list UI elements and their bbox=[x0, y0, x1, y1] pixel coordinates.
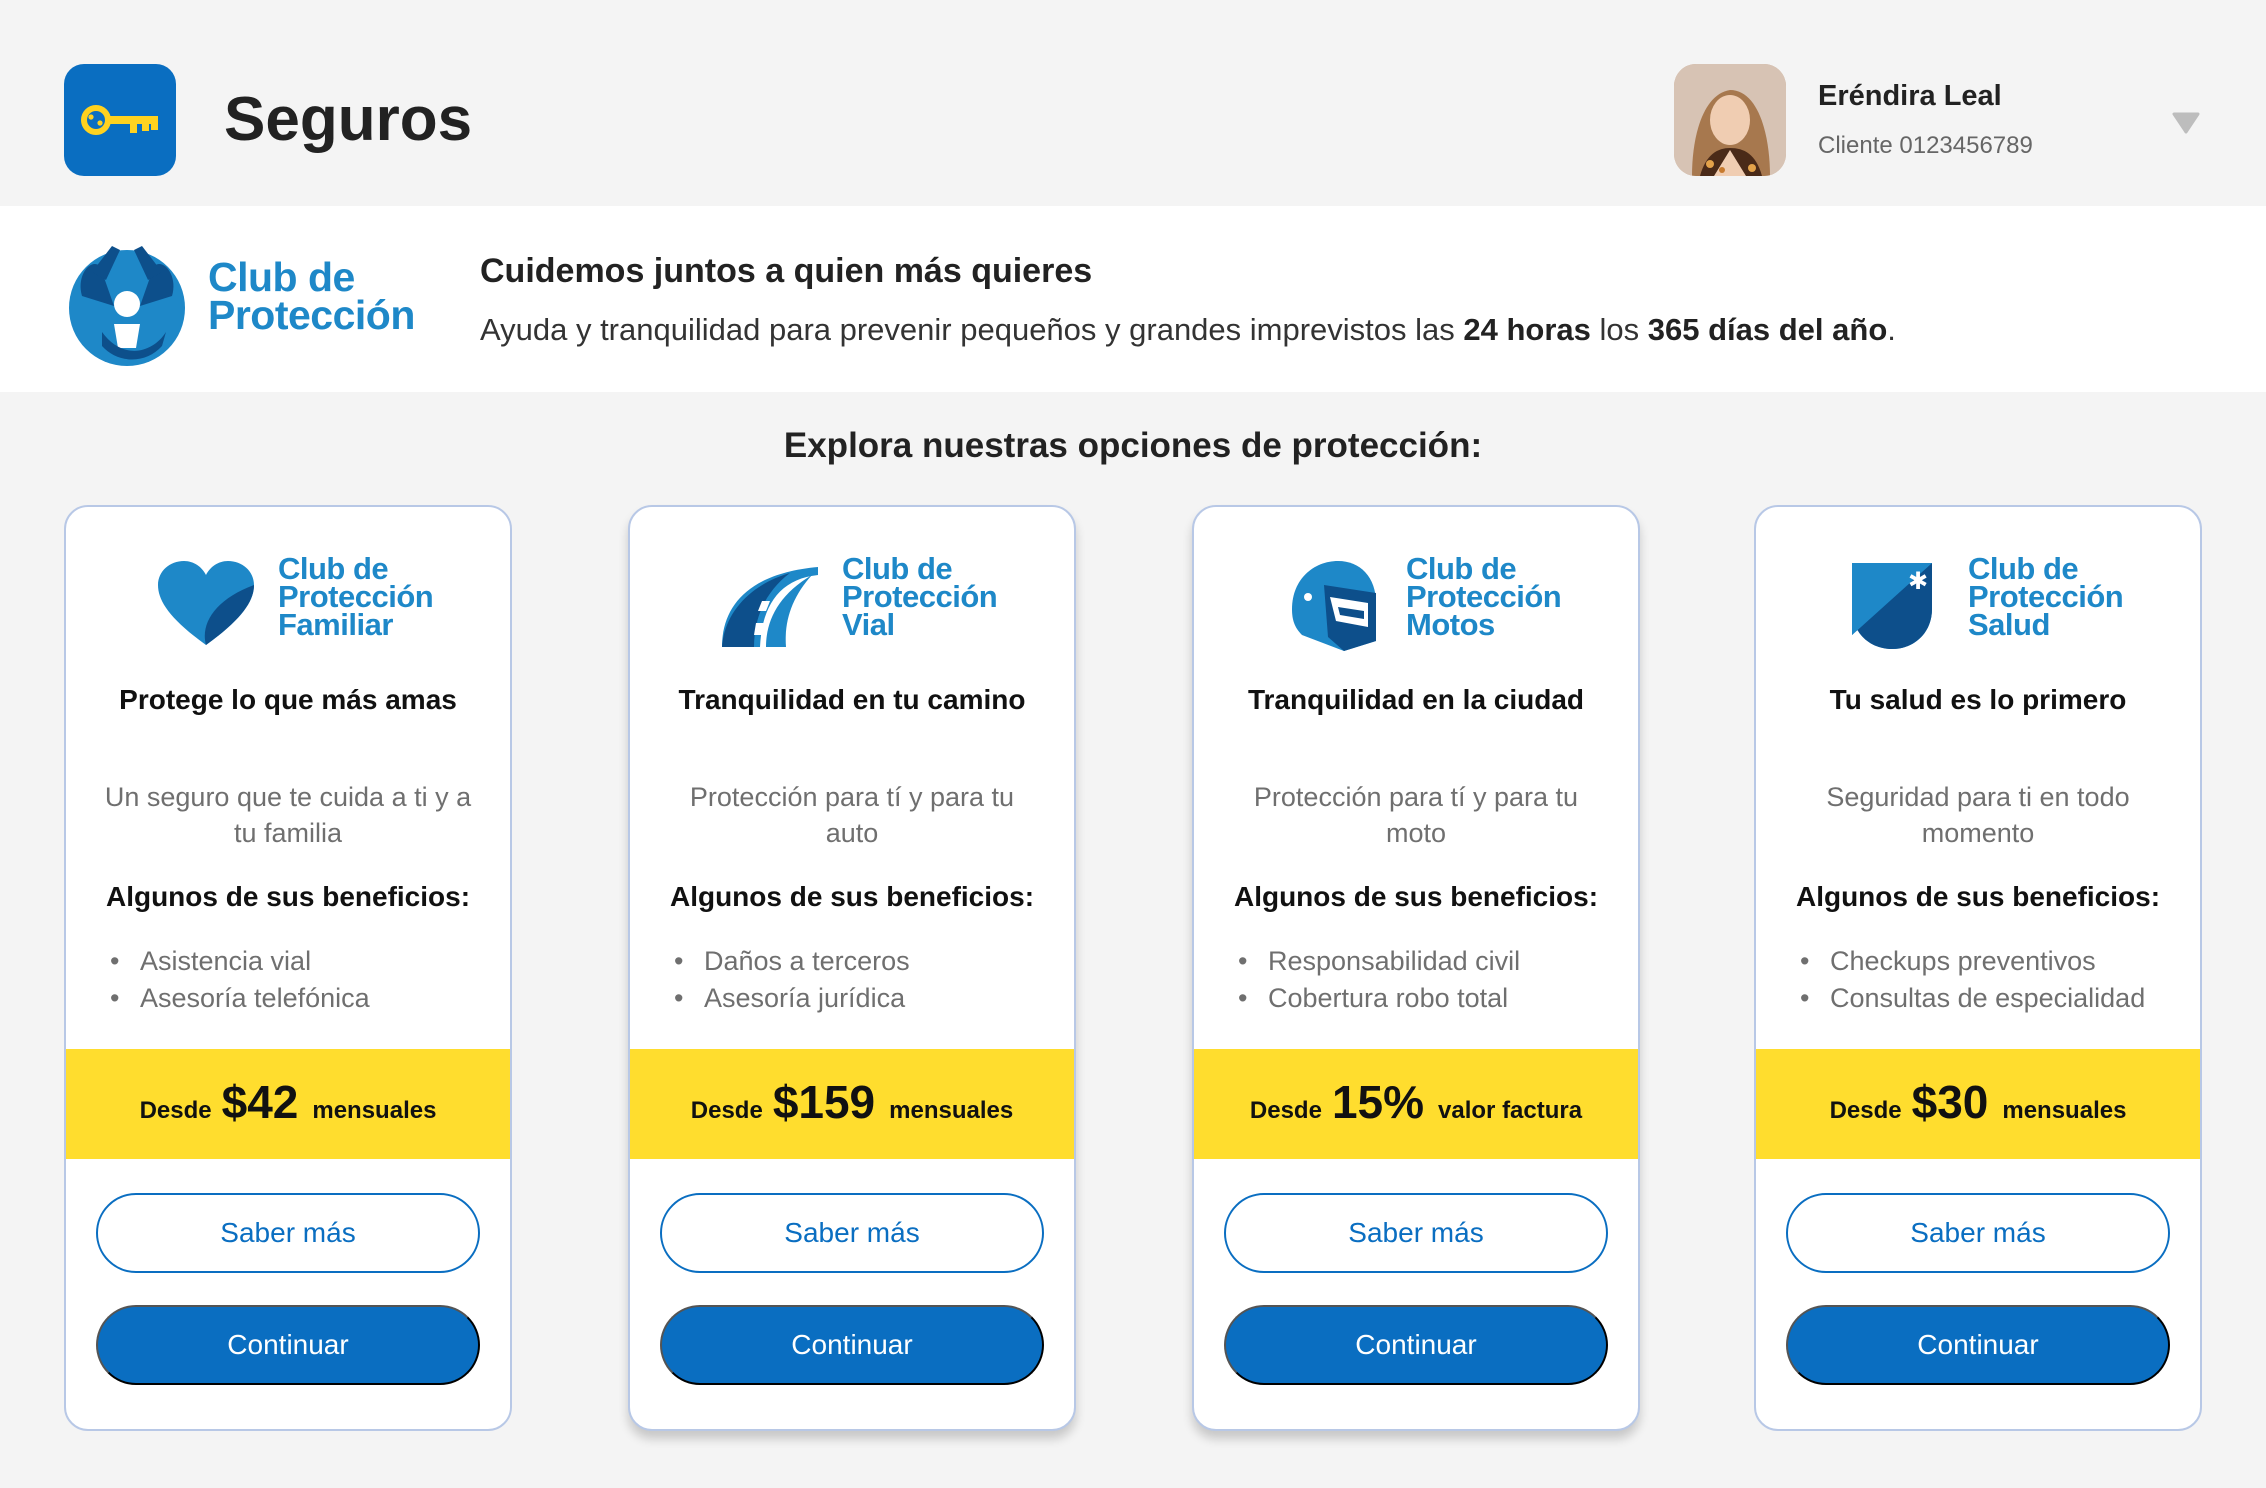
card-description: Protección para tí y para tu auto bbox=[689, 782, 1015, 848]
benefits-list: Responsabilidad civil Cobertura robo tot… bbox=[1238, 943, 1520, 1017]
card-title: Tranquilidad en la ciudad bbox=[1247, 684, 1585, 715]
card-logo-line3: Familiar bbox=[278, 607, 393, 642]
card-logo: Club de Protección Motos bbox=[1194, 551, 1638, 651]
benefits-list: Daños a terceros Asesoría jurídica bbox=[674, 943, 910, 1017]
continuar-button[interactable]: Continuar bbox=[96, 1305, 480, 1385]
card-description: Un seguro que te cuida a ti y a tu famil… bbox=[104, 782, 472, 848]
card-title: Tranquilidad en tu camino bbox=[678, 684, 1026, 715]
banner-text-part: los bbox=[1590, 312, 1648, 347]
banner-bold-days: 365 días del año bbox=[1647, 312, 1888, 347]
price-prefix: Desde bbox=[139, 1097, 212, 1124]
health-shield-icon: ✱ bbox=[1852, 563, 1932, 649]
saber-mas-button[interactable]: Saber más bbox=[660, 1193, 1044, 1273]
logo-text-line2: Protección bbox=[208, 292, 415, 338]
logo-text-line1: Club de bbox=[208, 254, 355, 300]
benefits-title: Algunos de sus beneficios: bbox=[1795, 881, 2161, 912]
section-title: Explora nuestras opciones de protección: bbox=[783, 426, 1483, 465]
card-title: Tu salud es lo primero bbox=[1829, 684, 2127, 715]
card-familiar: Club de Protección Familiar Protege lo q… bbox=[64, 505, 512, 1431]
club-proteccion-logo: Club de Protección bbox=[62, 236, 442, 366]
saber-mas-button[interactable]: Saber más bbox=[96, 1193, 480, 1273]
price-bar: Desde $30 mensuales bbox=[1756, 1049, 2200, 1159]
card-motos: Club de Protección Motos Tranquilidad en… bbox=[1192, 505, 1640, 1431]
benefits-list: Asistencia vial Asesoría telefónica bbox=[110, 943, 370, 1017]
price-bar: Desde 15% valor factura bbox=[1194, 1049, 1638, 1159]
card-description: Protección para tí y para tu moto bbox=[1253, 782, 1579, 848]
club-banner: Club de Protección Cuidemos juntos a qui… bbox=[0, 206, 2266, 392]
chevron-down-icon[interactable] bbox=[2170, 108, 2202, 136]
saber-mas-button[interactable]: Saber más bbox=[1224, 1193, 1608, 1273]
benefits-list: Checkups preventivos Consultas de especi… bbox=[1800, 943, 2145, 1017]
price-bar: Desde $159 mensuales bbox=[630, 1049, 1074, 1159]
price-value: $159 bbox=[772, 1076, 876, 1128]
user-name: Eréndira Leal bbox=[1818, 80, 2002, 112]
card-logo: ✱ Club de Protección Salud bbox=[1756, 551, 2200, 651]
card-description: Seguridad para ti en todo momento bbox=[1826, 782, 2130, 848]
heart-icon bbox=[158, 561, 254, 645]
benefit-item: Responsabilidad civil bbox=[1238, 943, 1520, 980]
price-bar: Desde $42 mensuales bbox=[66, 1049, 510, 1159]
card-vial: Club de Protección Vial Tranquilidad en … bbox=[628, 505, 1076, 1431]
continuar-button[interactable]: Continuar bbox=[660, 1305, 1044, 1385]
benefit-item: Consultas de especialidad bbox=[1800, 980, 2145, 1017]
helmet-icon bbox=[1292, 561, 1376, 651]
benefits-title: Algunos de sus beneficios: bbox=[669, 881, 1035, 912]
avatar[interactable] bbox=[1674, 64, 1786, 176]
saber-mas-button[interactable]: Saber más bbox=[1786, 1193, 2170, 1273]
benefit-item: Asesoría jurídica bbox=[674, 980, 910, 1017]
price-suffix: mensuales bbox=[312, 1097, 437, 1124]
svg-text:✱: ✱ bbox=[1908, 567, 1928, 595]
price-suffix: mensuales bbox=[2002, 1097, 2127, 1124]
user-client-id: Cliente 0123456789 bbox=[1818, 132, 2033, 159]
page-title: Seguros bbox=[224, 85, 473, 154]
card-logo: Club de Protección Vial bbox=[630, 551, 1074, 651]
benefit-item: Asistencia vial bbox=[110, 943, 370, 980]
benefit-item: Asesoría telefónica bbox=[110, 980, 370, 1017]
price-suffix: mensuales bbox=[889, 1097, 1014, 1124]
card-logo-line3: Vial bbox=[842, 607, 895, 642]
price-value: 15% bbox=[1331, 1076, 1425, 1128]
banner-text-part: Ayuda y tranquilidad para prevenir peque… bbox=[480, 312, 1464, 347]
app-header: Seguros Eréndira Leal Cliente 0123456789 bbox=[0, 0, 2266, 206]
benefit-item: Checkups preventivos bbox=[1800, 943, 2145, 980]
price-suffix: valor factura bbox=[1438, 1097, 1583, 1124]
banner-bold-hours: 24 horas bbox=[1463, 312, 1591, 347]
card-logo: Club de Protección Familiar bbox=[66, 551, 510, 651]
price-value: $30 bbox=[1911, 1076, 1989, 1128]
price-prefix: Desde bbox=[1249, 1097, 1322, 1124]
continuar-button[interactable]: Continuar bbox=[1224, 1305, 1608, 1385]
benefit-item: Daños a terceros bbox=[674, 943, 910, 980]
benefits-title: Algunos de sus beneficios: bbox=[1233, 881, 1599, 912]
card-title: Protege lo que más amas bbox=[119, 684, 457, 715]
banner-description: Ayuda y tranquilidad para prevenir peque… bbox=[480, 312, 1896, 348]
price-prefix: Desde bbox=[690, 1097, 763, 1124]
card-logo-line3: Salud bbox=[1968, 607, 2050, 642]
price-prefix: Desde bbox=[1829, 1097, 1902, 1124]
benefits-title: Algunos de sus beneficios: bbox=[105, 881, 471, 912]
card-logo-line3: Motos bbox=[1406, 607, 1495, 642]
continuar-button[interactable]: Continuar bbox=[1786, 1305, 2170, 1385]
card-salud: ✱ Club de Protección Salud Tu salud es l… bbox=[1754, 505, 2202, 1431]
benefit-item: Cobertura robo total bbox=[1238, 980, 1520, 1017]
key-icon[interactable] bbox=[64, 64, 176, 176]
banner-title: Cuidemos juntos a quien más quieres bbox=[480, 252, 1093, 290]
road-icon bbox=[722, 567, 818, 647]
price-value: $42 bbox=[221, 1076, 299, 1128]
banner-text-part: . bbox=[1887, 312, 1896, 347]
